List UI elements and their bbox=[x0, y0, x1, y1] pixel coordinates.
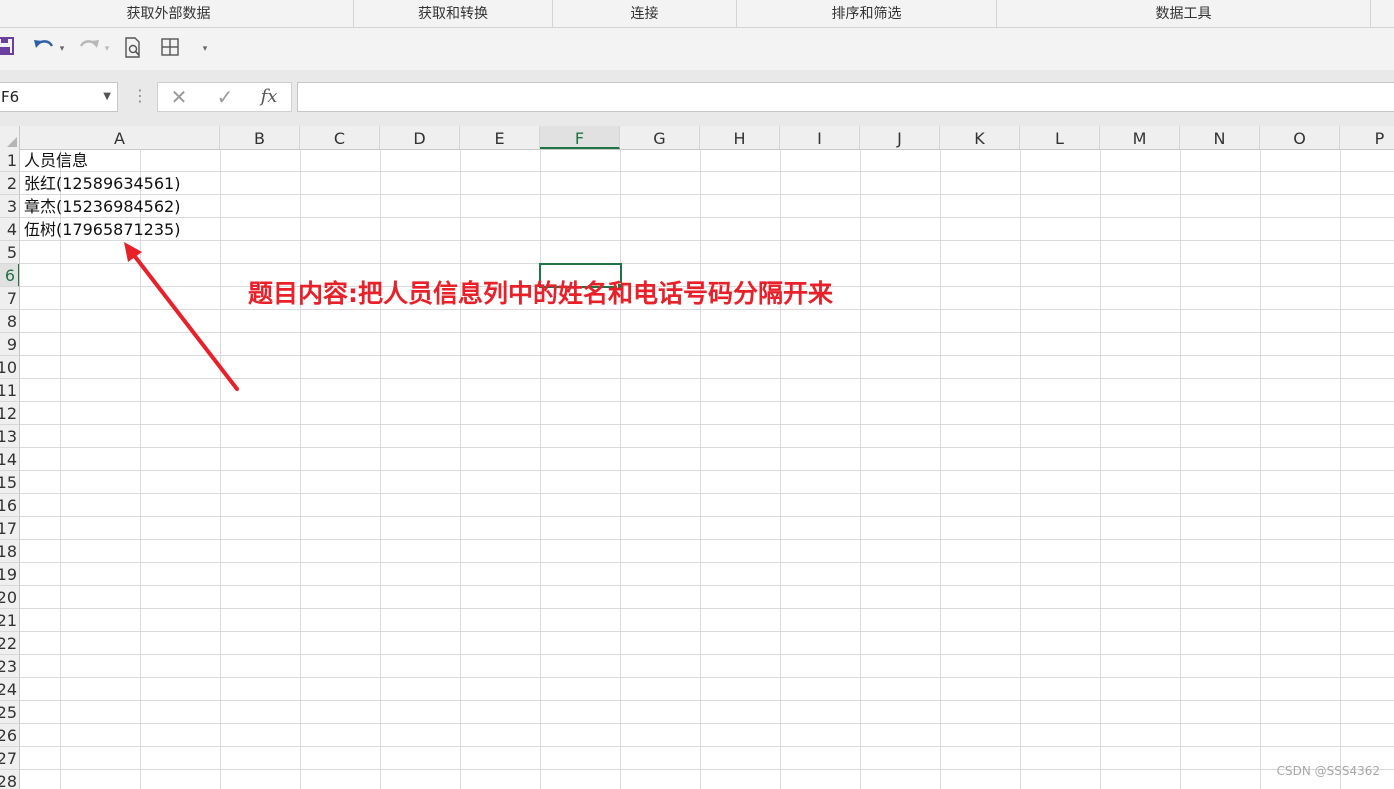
watermark: CSDN @SSS4362 bbox=[1276, 764, 1380, 778]
annotation-text: 题目内容:把人员信息列中的姓名和电话号码分隔开来 bbox=[248, 279, 833, 308]
annotation-arrow bbox=[124, 242, 239, 391]
